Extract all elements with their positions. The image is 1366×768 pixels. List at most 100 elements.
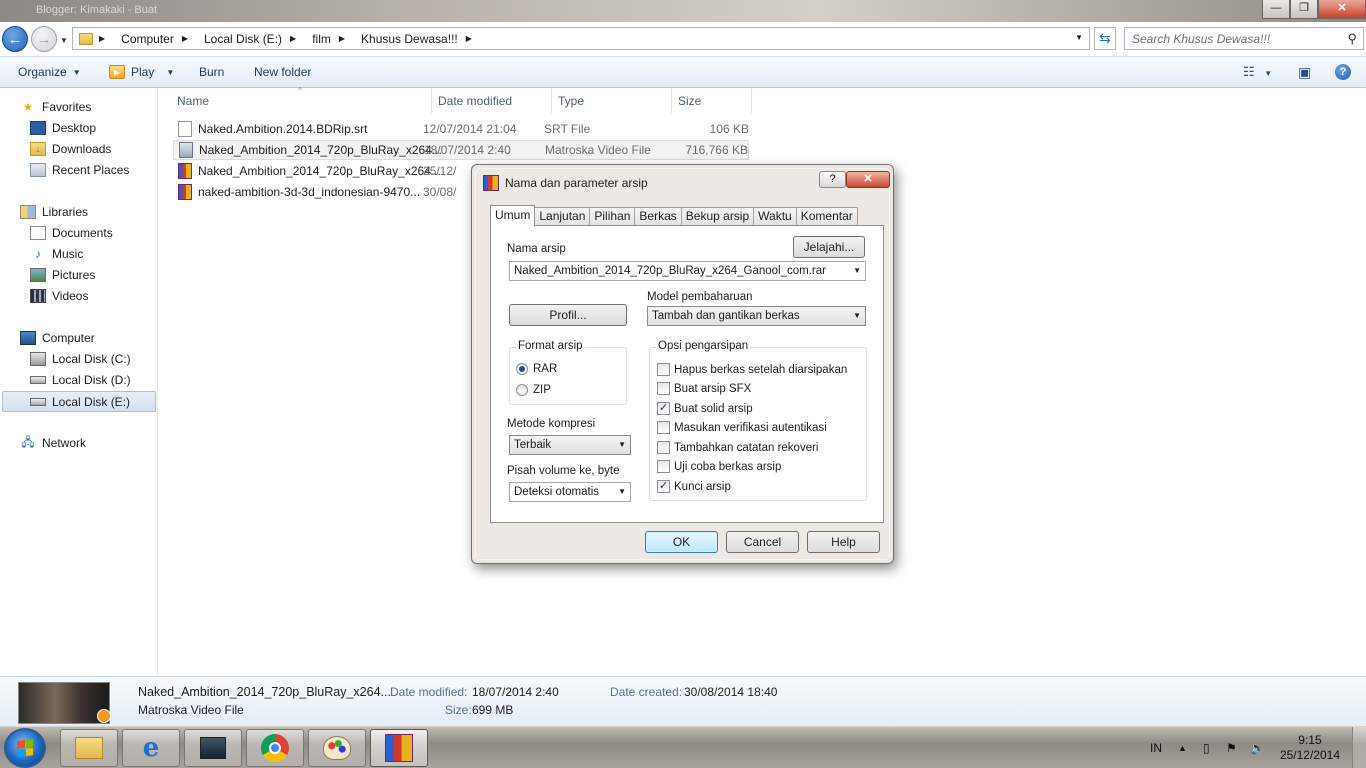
system-drive-icon [30,352,46,366]
taskbar-paint[interactable] [308,729,366,767]
taskbar-chrome[interactable] [246,729,304,767]
archive-name-combobox[interactable]: Naked_Ambition_2014_720p_BluRay_x264_Gan… [509,261,866,281]
windows-logo-icon [17,739,33,757]
taskbar-internet-explorer[interactable]: e [122,729,180,767]
option-lock-archive[interactable]: ✓ Kunci arsip [657,480,731,493]
option-recovery-record[interactable]: Tambahkan catatan rekoveri [657,441,818,454]
close-button[interactable]: ✕ [1318,0,1366,19]
view-options-icon[interactable]: ☷ ▼ [1243,64,1272,80]
column-header-date-modified[interactable]: Date modified [438,94,512,108]
format-rar-radio[interactable]: RAR [516,363,557,375]
refresh-button[interactable]: ⇆ [1094,27,1116,50]
breadcrumb-separator[interactable]: ▶ [99,34,115,43]
sidebar-item-pictures[interactable]: Pictures [30,268,95,282]
recent-pages-dropdown[interactable]: ▼ [60,36,68,45]
start-button[interactable] [4,728,46,768]
window-title: Blogger: Kimakaki - Buat [36,4,158,16]
cancel-button[interactable]: Cancel [726,531,799,553]
burn-button[interactable]: Burn [199,65,224,79]
new-folder-button[interactable]: New folder [254,65,311,79]
column-header-type[interactable]: Type [558,94,584,108]
file-row[interactable]: Naked.Ambition.2014.BDRip.srt 12/07/2014… [173,119,749,139]
volume-icon[interactable]: 🔈 [1250,727,1265,768]
help-icon[interactable]: ? [1335,64,1351,80]
breadcrumb-local-disk-e[interactable]: Local Disk (E:) ▶ [204,32,306,46]
breadcrumb-computer[interactable]: Computer ▶ [121,32,198,46]
details-created-value: 30/08/2014 18:40 [684,685,778,699]
column-divider[interactable] [431,88,432,114]
back-button[interactable]: ← [2,26,28,52]
video-file-icon [179,142,193,158]
sidebar-item-videos[interactable]: Videos [30,289,88,303]
sidebar-item-local-disk-c[interactable]: Local Disk (C:) [30,352,131,366]
window-controls: — ❐ ✕ [1262,0,1366,19]
sidebar-item-computer[interactable]: Computer [20,331,95,345]
sidebar-item-local-disk-e[interactable]: Local Disk (E:) [2,391,156,412]
split-volume-combobox[interactable]: Deteksi otomatis ▼ [509,482,631,502]
tab-berkas[interactable]: Berkas [634,207,682,226]
browse-button[interactable]: Jelajahi... [793,236,865,258]
play-button[interactable]: ▶ Play ▼ [109,65,174,79]
breadcrumb-khusus-dewasa[interactable]: Khusus Dewasa!!! ▶ [361,32,482,46]
archiving-options-group: Opsi pengarsipan Hapus berkas setelah di… [649,340,867,501]
sidebar-item-desktop[interactable]: Desktop [30,121,96,135]
file-row[interactable]: Naked_Ambition_2014_720p_BluRay_x264... … [173,140,749,160]
option-create-sfx[interactable]: Buat arsip SFX [657,382,751,395]
option-delete-after-archiving[interactable]: Hapus berkas setelah diarsipakan [657,363,847,376]
preview-pane-icon[interactable]: ▣ [1298,64,1311,81]
column-header-name[interactable]: Name [177,94,209,108]
checkbox-unchecked-icon [657,382,670,395]
organize-button[interactable]: Organize ▼ [18,65,81,79]
tab-bekup-arsip[interactable]: Bekup arsip [680,207,755,226]
forward-button[interactable]: → [31,26,57,52]
column-header-size[interactable]: Size [678,94,701,108]
compression-method-select[interactable]: Terbaik ▼ [509,435,631,455]
sidebar-item-libraries[interactable]: Libraries [20,205,88,219]
tab-komentar[interactable]: Komentar [795,207,858,226]
media-overlay-icon [97,709,111,723]
taskbar-explorer[interactable] [60,729,118,767]
column-divider[interactable] [671,88,672,114]
chevron-down-icon: ▼ [853,311,861,320]
sidebar-item-local-disk-d[interactable]: Local Disk (D:) [30,373,131,387]
taskbar-media-app[interactable] [184,729,242,767]
option-authenticity-verification[interactable]: Masukan verifikasi autentikasi [657,421,827,434]
recent-places-icon [30,163,46,177]
sidebar-item-favorites[interactable]: ★ Favorites [20,100,92,114]
tab-pilihan[interactable]: Pilihan [589,207,636,226]
context-help-button[interactable]: ? [819,171,846,188]
tab-umum[interactable]: Umum [490,205,536,226]
format-zip-radio[interactable]: ZIP [516,384,551,396]
tab-waktu[interactable]: Waktu [753,207,797,226]
profile-button[interactable]: Profil... [509,304,627,326]
sidebar-item-documents[interactable]: Documents [30,226,113,240]
archive-format-label: Format arsip [516,340,585,352]
sidebar-item-network[interactable]: 🖧 Network [20,435,86,451]
action-center-icon[interactable]: ⚑ [1226,727,1237,768]
battery-icon[interactable]: ▯ [1203,727,1210,768]
tab-lanjutan[interactable]: Lanjutan [534,207,591,226]
search-input[interactable]: Search Khusus Dewasa!!! ⚲ [1124,27,1364,50]
update-mode-select[interactable]: Tambah dan gantikan berkas ▼ [647,306,866,326]
option-test-archived-files[interactable]: Uji coba berkas arsip [657,460,781,473]
window-title-bar: Blogger: Kimakaki - Buat — ❐ ✕ [0,0,1366,22]
sidebar-item-recent-places[interactable]: Recent Places [30,163,129,177]
show-desktop-button[interactable] [1352,727,1366,768]
maximize-button[interactable]: ❐ [1290,0,1318,19]
taskbar-winrar[interactable] [370,729,428,767]
clock[interactable]: 9:15 25/12/2014 [1280,733,1340,763]
show-hidden-icons-icon[interactable]: ▲ [1178,727,1187,768]
address-dropdown-icon[interactable]: ▼ [1075,33,1083,42]
breadcrumb-film[interactable]: film ▶ [312,32,355,46]
sidebar-item-music[interactable]: ♪ Music [30,247,83,261]
sidebar-item-downloads[interactable]: ↓ Downloads [30,142,111,156]
column-divider[interactable] [551,88,552,114]
option-solid-archive[interactable]: ✓ Buat solid arsip [657,402,753,415]
minimize-button[interactable]: — [1262,0,1290,19]
dialog-close-button[interactable]: ✕ [846,171,890,188]
language-indicator[interactable]: IN [1150,727,1162,768]
help-button[interactable]: Help [807,531,880,553]
address-bar[interactable]: ▶ Computer ▶ Local Disk (E:) ▶ film ▶ Khusu… [72,27,1090,50]
column-divider[interactable] [751,88,752,114]
ok-button[interactable]: OK [645,531,718,553]
